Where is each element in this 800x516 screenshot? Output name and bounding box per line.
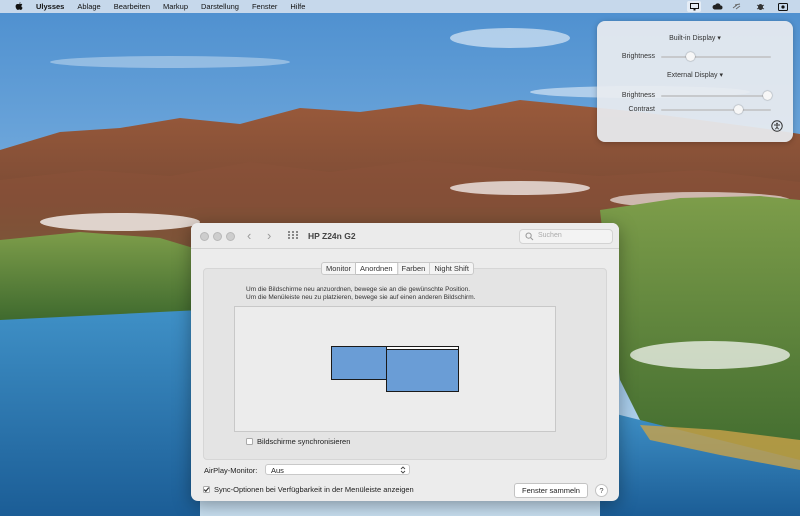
back-arrow-icon[interactable]: ‹	[247, 228, 251, 243]
display-preferences-window: ‹ › HP Z24n G2 Suchen Monitor Anordnen F…	[191, 223, 619, 501]
zoom-button[interactable]	[226, 232, 235, 241]
builtin-display-thumbnail[interactable]	[331, 346, 387, 380]
search-placeholder: Suchen	[538, 232, 562, 239]
builtin-display-header[interactable]: Built-in Display ▾	[597, 34, 793, 42]
menu-bar-indicator[interactable]	[387, 347, 458, 350]
external-contrast-slider[interactable]	[661, 105, 771, 114]
menu-ablage[interactable]: Ablage	[77, 2, 100, 11]
forward-arrow-icon[interactable]: ›	[267, 228, 271, 243]
display-icon[interactable]	[687, 1, 701, 12]
menu-app-name[interactable]: Ulysses	[36, 2, 64, 11]
airplay-select[interactable]: Aus	[265, 464, 410, 475]
window-titlebar[interactable]: ‹ › HP Z24n G2 Suchen	[191, 223, 619, 249]
builtin-brightness-knob[interactable]	[686, 52, 696, 61]
checkmark-icon	[203, 487, 210, 493]
bug-icon[interactable]	[754, 1, 766, 12]
menu-bar: Ulysses Ablage Bearbeiten Markup Darstel…	[0, 0, 800, 13]
builtin-brightness-slider[interactable]	[661, 52, 771, 61]
gather-windows-button[interactable]: Fenster sammeln	[514, 483, 588, 498]
menu-darstellung[interactable]: Darstellung	[201, 2, 239, 11]
tab-monitor[interactable]: Monitor	[322, 263, 357, 274]
airplay-select-value: Aus	[271, 466, 284, 475]
menu-bearbeiten[interactable]: Bearbeiten	[114, 2, 150, 11]
tab-bar: Monitor Anordnen Farben Night Shift	[321, 262, 474, 275]
external-brightness-label: Brightness	[621, 92, 655, 99]
tab-anordnen[interactable]: Anordnen	[356, 263, 398, 274]
minimize-button[interactable]	[213, 232, 222, 241]
airplay-label: AirPlay-Monitor:	[204, 466, 258, 475]
cloud-icon[interactable]	[710, 1, 724, 12]
external-display-header[interactable]: External Display ▾	[597, 71, 793, 79]
sync-options-checkbox[interactable]	[203, 486, 210, 493]
tab-farben[interactable]: Farben	[398, 263, 431, 274]
arrangement-panel: Um die Bildschirme neu anzuordnen, beweg…	[203, 268, 607, 460]
search-field[interactable]: Suchen	[519, 229, 613, 244]
chevron-updown-icon	[400, 466, 406, 474]
apple-menu-icon[interactable]	[14, 2, 24, 12]
display-arrangement-area	[234, 306, 556, 432]
instruction-arrange: Um die Bildschirme neu anzuordnen, beweg…	[246, 286, 471, 293]
external-display-thumbnail[interactable]	[386, 346, 459, 392]
builtin-brightness-label: Brightness	[621, 53, 655, 60]
menu-fenster[interactable]: Fenster	[252, 2, 277, 11]
mirror-displays-label: Bildschirme synchronisieren	[257, 437, 351, 446]
external-brightness-knob[interactable]	[763, 91, 773, 100]
screen-record-icon[interactable]	[777, 1, 789, 12]
tab-night-shift[interactable]: Night Shift	[430, 263, 473, 274]
sync-icon[interactable]	[731, 1, 743, 12]
accessibility-icon[interactable]	[771, 120, 783, 134]
display-control-popover: Built-in Display ▾ Brightness External D…	[597, 21, 793, 142]
menu-markup[interactable]: Markup	[163, 2, 188, 11]
sync-options-label: Sync-Optionen bei Verfügbarkeit in der M…	[214, 485, 414, 494]
close-button[interactable]	[200, 232, 209, 241]
external-brightness-slider[interactable]	[661, 91, 773, 100]
window-title: HP Z24n G2	[308, 231, 356, 241]
show-all-grid-icon[interactable]	[288, 231, 298, 239]
external-contrast-knob[interactable]	[733, 105, 743, 114]
menu-hilfe[interactable]: Hilfe	[290, 2, 305, 11]
search-icon	[525, 232, 534, 241]
mirror-displays-checkbox[interactable]	[246, 438, 253, 445]
instruction-menubar: Um die Menüleiste neu zu platzieren, bew…	[246, 294, 476, 301]
external-contrast-label: Contrast	[628, 106, 655, 113]
help-button[interactable]: ?	[595, 484, 608, 497]
